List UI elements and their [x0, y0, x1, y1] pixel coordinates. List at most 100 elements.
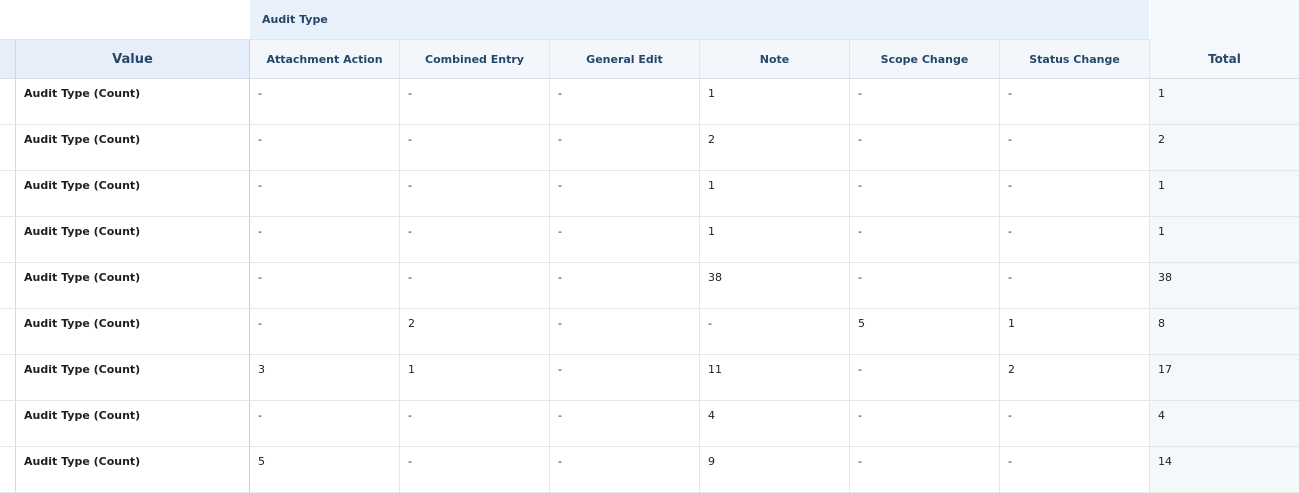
total-column-header[interactable]: Total — [1150, 39, 1299, 79]
table-cell[interactable]: 1 — [700, 217, 850, 263]
table-cell[interactable]: - — [1000, 125, 1150, 171]
row-total-cell[interactable]: 14 — [1150, 447, 1299, 493]
row-total-cell[interactable]: 1 — [1150, 217, 1299, 263]
header-spacer — [0, 0, 249, 39]
table-cell[interactable]: - — [550, 79, 700, 125]
table-cell[interactable]: - — [1000, 263, 1150, 309]
column-header-combined-entry[interactable]: Combined Entry — [400, 39, 550, 79]
table-cell[interactable]: - — [550, 401, 700, 447]
table-cell[interactable]: - — [550, 171, 700, 217]
column-header-general-edit[interactable]: General Edit — [550, 39, 700, 79]
table-cell[interactable]: - — [1000, 401, 1150, 447]
table-cell[interactable]: 9 — [700, 447, 850, 493]
row-total-cell[interactable]: 4 — [1150, 401, 1299, 447]
table-row: Audit Type (Count) - - -2- -2 — [0, 125, 1299, 171]
table-cell[interactable]: - — [1000, 171, 1150, 217]
table-cell[interactable]: - — [850, 171, 1000, 217]
column-header-status-change[interactable]: Status Change — [1000, 39, 1150, 79]
table-body: Audit Type (Count) - - -1- -1 Audit Type (Cou… — [0, 79, 1299, 493]
table-cell[interactable]: - — [1000, 217, 1150, 263]
row-stub — [0, 309, 16, 355]
table-row: Audit Type (Count) - - -38- -38 — [0, 263, 1299, 309]
table-cell[interactable]: - — [1000, 447, 1150, 493]
table-cell[interactable]: 5 — [250, 447, 400, 493]
table-cell[interactable]: - — [550, 309, 700, 355]
table-cell[interactable]: - — [1000, 79, 1150, 125]
table-cell[interactable]: 1 — [700, 79, 850, 125]
row-stub-header — [0, 39, 16, 79]
table-cell[interactable]: - — [250, 79, 400, 125]
table-cell[interactable]: - — [250, 217, 400, 263]
table-row: Audit Type (Count) -2- -5 1 8 — [0, 309, 1299, 355]
row-label: Audit Type (Count) — [16, 401, 250, 447]
table-cell[interactable]: - — [400, 401, 550, 447]
row-total-cell[interactable]: 17 — [1150, 355, 1299, 401]
table-cell[interactable]: - — [250, 401, 400, 447]
table-cell[interactable]: - — [550, 263, 700, 309]
row-total-cell[interactable]: 2 — [1150, 125, 1299, 171]
table-cell[interactable]: - — [550, 447, 700, 493]
table-row: Audit Type (Count) - - -1- -1 — [0, 171, 1299, 217]
row-stub — [0, 125, 16, 171]
table-cell[interactable]: - — [850, 79, 1000, 125]
table-row: Audit Type (Count) 3 1-11-2 17 — [0, 355, 1299, 401]
value-column-header[interactable]: Value — [16, 39, 250, 79]
column-header-row: Value Attachment Action Combined Entry G… — [0, 39, 1299, 79]
table-cell[interactable]: - — [850, 401, 1000, 447]
column-header-scope-change[interactable]: Scope Change — [850, 39, 1000, 79]
table-cell[interactable]: - — [250, 171, 400, 217]
total-header-spacer — [1150, 0, 1299, 39]
row-label: Audit Type (Count) — [16, 263, 250, 309]
table-cell[interactable]: - — [850, 217, 1000, 263]
row-stub — [0, 171, 16, 217]
row-stub — [0, 447, 16, 493]
row-total-cell[interactable]: 8 — [1150, 309, 1299, 355]
row-stub — [0, 355, 16, 401]
row-label: Audit Type (Count) — [16, 217, 250, 263]
row-total-cell[interactable]: 38 — [1150, 263, 1299, 309]
table-cell[interactable]: - — [400, 79, 550, 125]
table-cell[interactable]: 5 — [850, 309, 1000, 355]
table-cell[interactable]: 3 — [250, 355, 400, 401]
row-stub — [0, 401, 16, 447]
table-cell[interactable]: 2 — [1000, 355, 1150, 401]
table-cell[interactable]: 1 — [1000, 309, 1150, 355]
table-cell[interactable]: 11 — [700, 355, 850, 401]
column-header-note[interactable]: Note — [700, 39, 850, 79]
table-cell[interactable]: - — [550, 217, 700, 263]
table-cell[interactable]: - — [400, 171, 550, 217]
row-total-cell[interactable]: 1 — [1150, 79, 1299, 125]
table-cell[interactable]: - — [250, 263, 400, 309]
table-cell[interactable]: - — [550, 355, 700, 401]
table-cell[interactable]: 4 — [700, 401, 850, 447]
row-label: Audit Type (Count) — [16, 355, 250, 401]
table-cell[interactable]: - — [850, 447, 1000, 493]
row-label: Audit Type (Count) — [16, 125, 250, 171]
table-cell[interactable]: - — [400, 263, 550, 309]
table-cell[interactable]: - — [850, 125, 1000, 171]
table-cell[interactable]: - — [850, 355, 1000, 401]
table-cell[interactable]: 1 — [700, 171, 850, 217]
audit-type-group-header[interactable]: Audit Type — [250, 0, 1149, 39]
table-cell[interactable]: 2 — [400, 309, 550, 355]
table-cell[interactable]: - — [550, 125, 700, 171]
row-label: Audit Type (Count) — [16, 171, 250, 217]
row-stub — [0, 263, 16, 309]
row-stub — [0, 79, 16, 125]
table-cell[interactable]: - — [400, 447, 550, 493]
table-cell[interactable]: - — [250, 309, 400, 355]
table-cell[interactable]: - — [400, 217, 550, 263]
table-row: Audit Type (Count) - - -1- -1 — [0, 217, 1299, 263]
table-cell[interactable]: 1 — [400, 355, 550, 401]
column-header-attachment-action[interactable]: Attachment Action — [250, 39, 400, 79]
row-stub — [0, 217, 16, 263]
table-cell[interactable]: - — [400, 125, 550, 171]
pivot-table: Audit Type Value Attachment Action Combi… — [0, 0, 1299, 493]
table-cell[interactable]: - — [700, 309, 850, 355]
table-cell[interactable]: - — [250, 125, 400, 171]
table-cell[interactable]: 38 — [700, 263, 850, 309]
table-cell[interactable]: - — [850, 263, 1000, 309]
table-row: Audit Type (Count) - - -1- -1 — [0, 79, 1299, 125]
table-cell[interactable]: 2 — [700, 125, 850, 171]
row-total-cell[interactable]: 1 — [1150, 171, 1299, 217]
